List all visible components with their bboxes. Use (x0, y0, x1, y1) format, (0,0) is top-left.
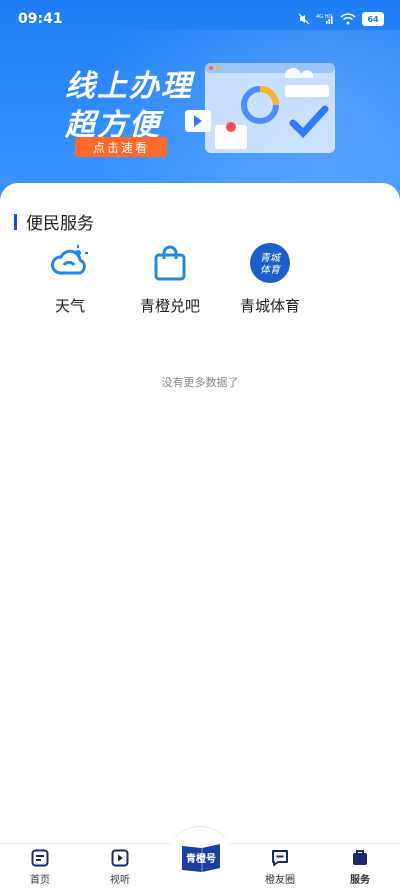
play-icon (111, 849, 129, 867)
status-bar: 09:41 4G HD 64 (0, 0, 400, 40)
battery-level: 64 (363, 13, 383, 25)
tab-video-label: 视听 (110, 875, 130, 886)
status-icons: 4G HD 64 (298, 12, 384, 26)
banner-view-button[interactable]: 点击速看 (75, 137, 167, 157)
section-accent-bar (14, 213, 17, 230)
section-title: 便民服务 (26, 214, 94, 234)
tab-services[interactable]: 服务 (330, 848, 390, 886)
promo-banner[interactable]: 线上办理 超方便 点击速看 (55, 55, 355, 165)
service-qingcheng-duiba[interactable]: 青橙兑吧 (120, 243, 220, 316)
tab-home[interactable]: 首页 (10, 848, 70, 886)
tab-services-label: 服务 (350, 875, 370, 886)
service-weather-label: 天气 (54, 297, 85, 315)
qingcheng-sports-logo: 青城 体育 (250, 243, 290, 283)
weather-icon (50, 243, 90, 283)
chat-icon (272, 850, 288, 866)
service-qingcheng-duiba-label: 青橙兑吧 (139, 297, 200, 315)
tab-home-label: 首页 (30, 875, 50, 886)
tab-circle-label: 橙友圈 (265, 875, 295, 886)
content-panel: 便民服务 天气 青橙兑吧 青城 体育 青城体育 没有更多数据了 (0, 183, 400, 843)
service-qingcheng-sports-label: 青城体育 (239, 297, 300, 315)
home-icon (31, 849, 49, 867)
battery-indicator: 64 (362, 12, 384, 26)
hero-banner-area: 09:41 4G HD 64 线上办理 超方便 点击速看 (0, 0, 400, 200)
service-icon (353, 850, 367, 865)
svg-text:青城: 青城 (260, 252, 282, 264)
tab-qingcheng-hao[interactable]: 青橙号 (178, 840, 224, 874)
tab-qingcheng-hao-label: 青橙号 (186, 854, 216, 865)
svg-text:体育: 体育 (260, 264, 282, 276)
wifi-icon (340, 13, 356, 25)
section-header: 便民服务 (14, 209, 94, 234)
tab-circle[interactable]: 橙友圈 (250, 848, 310, 886)
services-grid: 天气 青橙兑吧 青城 体育 青城体育 (20, 243, 320, 316)
mute-icon (298, 13, 310, 25)
status-time: 09:41 (18, 11, 63, 27)
no-more-data-text: 没有更多数据了 (161, 376, 239, 389)
shopping-bag-icon (150, 243, 190, 283)
banner-illustration (185, 63, 335, 153)
tab-video[interactable]: 视听 (90, 848, 150, 886)
service-qingcheng-sports[interactable]: 青城 体育 青城体育 (220, 243, 320, 316)
service-weather[interactable]: 天气 (20, 243, 120, 316)
signal-icon: 4G HD (316, 14, 333, 24)
bottom-tab-bar: 首页 视听 青橙号 橙友圈 服务 (0, 826, 400, 890)
banner-headline-1: 线上办理 (65, 69, 193, 104)
